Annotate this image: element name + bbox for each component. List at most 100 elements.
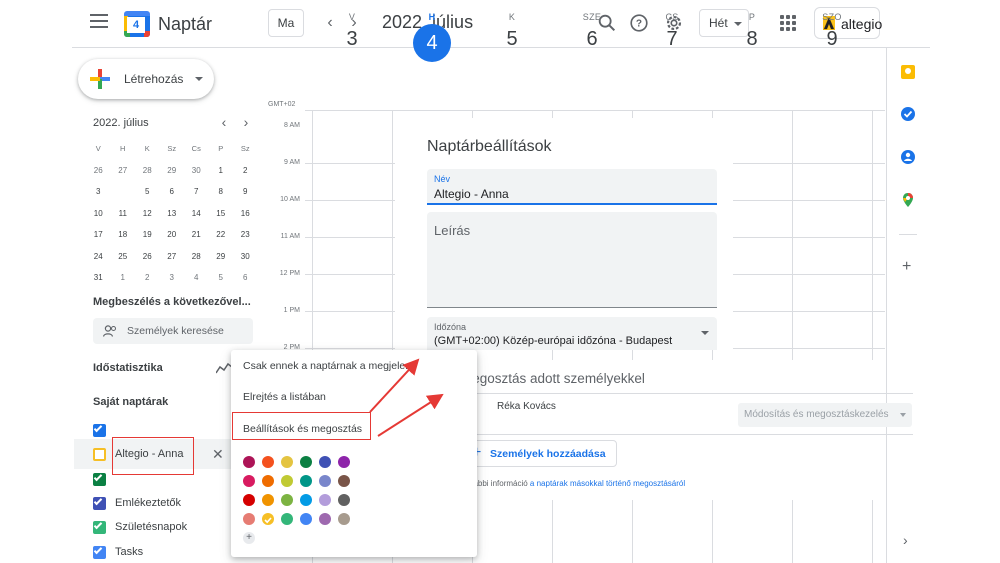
mini-day[interactable]: 9 [233,187,258,196]
main-menu-icon[interactable] [90,14,108,28]
day-number[interactable]: 4 [413,24,451,62]
mini-day[interactable]: 22 [209,230,234,239]
day-header[interactable]: V3 [312,12,392,51]
mini-day[interactable]: 20 [160,230,185,239]
add-people-button[interactable]: + Személyek hozzáadása [461,440,617,467]
color-swatch[interactable] [243,475,255,487]
mini-day[interactable]: 15 [209,209,234,218]
calendar-checkbox[interactable] [93,423,106,437]
color-swatch[interactable] [338,513,350,525]
mini-day[interactable]: 13 [160,209,185,218]
mini-day[interactable]: 5 [209,273,234,282]
mini-day[interactable]: 28 [135,166,160,175]
mini-day[interactable]: 24 [86,252,111,261]
color-swatch[interactable] [300,475,312,487]
mini-day[interactable]: 31 [86,273,111,282]
calendar-checkbox[interactable] [93,520,106,534]
mini-day[interactable]: 29 [209,252,234,261]
mini-day[interactable]: 7 [184,187,209,196]
mini-day[interactable]: 4 [184,273,209,282]
mini-day[interactable]: 3 [86,187,111,196]
color-swatch[interactable] [319,475,331,487]
color-swatch[interactable] [262,456,274,468]
calendar-logo-icon[interactable]: 4 [124,11,150,37]
mini-prev-month-icon[interactable]: ‹ [216,114,232,130]
color-swatch[interactable] [319,494,331,506]
mini-day[interactable]: 1 [111,273,136,282]
day-number[interactable]: 8 [712,28,792,51]
create-button[interactable]: Létrehozás [78,59,214,99]
mini-day[interactable]: 11 [111,209,136,218]
color-swatch[interactable] [281,494,293,506]
color-swatch[interactable] [262,513,274,525]
day-number[interactable]: 6 [552,28,632,51]
people-search-input[interactable]: Személyek keresése [93,318,253,344]
permission-select[interactable]: Módosítás és megosztáskezelés [738,403,912,427]
color-swatch[interactable] [338,456,350,468]
chevron-right-icon[interactable]: › [903,532,908,548]
color-swatch[interactable] [243,456,255,468]
color-swatch[interactable] [300,456,312,468]
today-button[interactable]: Ma [268,9,304,37]
keep-notes-icon[interactable] [900,64,916,80]
day-number[interactable]: 7 [632,28,712,51]
mini-day[interactable]: 14 [184,209,209,218]
color-swatch[interactable] [338,494,350,506]
add-custom-color-icon[interactable]: + [243,532,255,544]
color-swatch[interactable] [281,513,293,525]
day-header[interactable]: CS 7 [632,12,712,51]
mini-day[interactable]: 19 [135,230,160,239]
my-calendars-heading[interactable]: Saját naptárak [93,396,168,408]
calendar-item[interactable]: Születésnapok [93,519,213,537]
mini-day[interactable]: 30 [184,166,209,175]
mini-day[interactable]: 25 [111,252,136,261]
color-swatch[interactable] [319,513,331,525]
contacts-icon[interactable] [900,149,916,165]
color-swatch[interactable] [281,475,293,487]
tasks-icon[interactable] [900,106,916,122]
mini-day[interactable]: 16 [233,209,258,218]
calendar-checkbox[interactable] [93,545,106,559]
mini-day[interactable]: 17 [86,230,111,239]
color-swatch[interactable] [300,513,312,525]
day-header[interactable]: K5 [472,12,552,51]
time-insights-heading[interactable]: Időstatisztika [93,362,163,374]
menu-item-hide[interactable]: Elrejtés a listában [243,391,326,403]
mini-day[interactable]: 29 [160,166,185,175]
calendar-checkbox[interactable] [93,472,106,486]
sharing-info-link[interactable]: a naptárak másokkal történő megosztásáró… [530,479,685,488]
mini-day[interactable]: 5 [135,187,160,196]
menu-item-display-only[interactable]: Csak ennek a naptárnak a megjelen [243,360,411,372]
app-title[interactable]: Naptár [158,14,212,35]
mini-next-month-icon[interactable]: › [238,114,254,130]
mini-day[interactable]: 23 [233,230,258,239]
day-header[interactable]: P8 [712,12,792,51]
calendar-checkbox[interactable] [93,496,106,510]
mini-day[interactable]: 1 [209,166,234,175]
mini-day[interactable]: 2 [233,166,258,175]
mini-day[interactable]: 2 [135,273,160,282]
calendar-name-field[interactable]: Név Altegio - Anna [427,169,717,205]
mini-day[interactable]: 12 [135,209,160,218]
insights-chart-icon[interactable] [216,361,232,375]
mini-day[interactable]: 10 [86,209,111,218]
maps-icon[interactable] [900,192,916,208]
description-field[interactable]: Leírás [427,212,717,308]
calendar-item[interactable]: Tasks [93,544,213,562]
color-swatch[interactable] [319,456,331,468]
color-swatch[interactable] [281,456,293,468]
mini-day[interactable]: 26 [135,252,160,261]
mini-day[interactable]: 28 [184,252,209,261]
color-swatch[interactable] [243,513,255,525]
mini-day[interactable]: 4 [111,181,136,198]
close-icon[interactable]: ✕ [212,446,224,463]
day-number[interactable]: 5 [472,28,552,51]
add-addon-icon[interactable]: + [902,258,911,276]
day-header[interactable]: SZO 9 [792,12,872,51]
mini-day[interactable]: 21 [184,230,209,239]
mini-day[interactable]: 26 [86,166,111,175]
mini-day[interactable]: 30 [233,252,258,261]
day-number[interactable]: 3 [312,28,392,51]
timezone-select[interactable]: Időzóna (GMT+02:00) Közép-európai időzón… [427,317,717,350]
color-swatch[interactable] [262,494,274,506]
